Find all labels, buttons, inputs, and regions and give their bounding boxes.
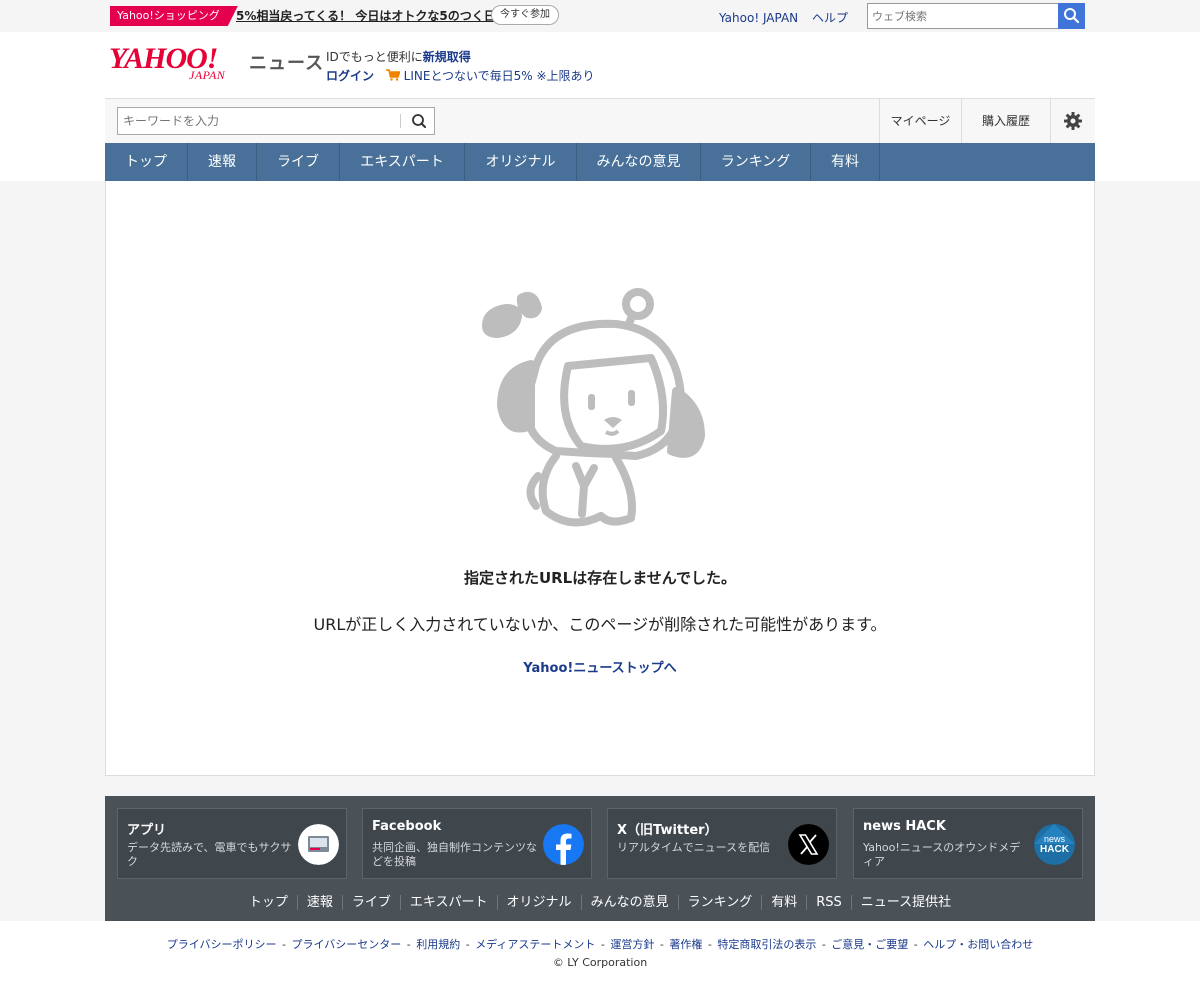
footer-card-newshack[interactable]: news HACK Yahoo!ニュースのオウンドメディア news HACK: [853, 808, 1083, 879]
card-title: X（旧Twitter）: [617, 823, 718, 838]
search-row: マイページ 購入履歴: [105, 98, 1095, 144]
footer-card-app[interactable]: アプリ データ先読みで、電車でもサクサク: [117, 808, 347, 879]
register-link[interactable]: 新規取得: [423, 50, 471, 64]
search-icon: [412, 114, 426, 128]
news-search-box: [117, 107, 435, 135]
id-promo: IDでもっと便利に新規取得: [326, 48, 471, 65]
gnav-live[interactable]: ライブ: [257, 143, 340, 181]
yahoo-japan-link[interactable]: Yahoo! JAPAN: [719, 11, 798, 25]
card-description: データ先読みで、電車でもサクサク: [127, 841, 292, 868]
logo-japan-text: JAPAN: [189, 68, 226, 82]
footer-nav-original[interactable]: オリジナル: [496, 895, 581, 910]
top-links: Yahoo! JAPAN ヘルプ: [719, 9, 858, 26]
id-promo-text: IDでもっと便利に: [326, 50, 423, 64]
privacy-center-link[interactable]: プライバシーセンター: [291, 938, 401, 951]
footer-nav-live[interactable]: ライブ: [341, 895, 400, 910]
card-title: news HACK: [863, 819, 946, 834]
join-now-button[interactable]: 今すぐ参加: [491, 5, 559, 25]
gnav-breaking[interactable]: 速報: [188, 143, 257, 181]
gnav-ranking[interactable]: ランキング: [701, 143, 811, 181]
search-icon: [1064, 8, 1080, 24]
footer-nav-breaking[interactable]: 速報: [296, 895, 342, 910]
facebook-icon: [543, 824, 584, 865]
top-bar: Yahoo!ショッピング 5%相当戻ってくる！ 今日はオトクな5のつく日 今すぐ…: [0, 0, 1200, 32]
footer-nav-rss[interactable]: RSS: [806, 895, 851, 910]
newshack-icon: news HACK: [1034, 824, 1075, 865]
keyword-search-button[interactable]: [405, 111, 433, 131]
card-title: アプリ: [127, 823, 167, 838]
header: YAHOO! JAPAN ニュース IDでもっと便利に新規取得 ログイン LIN…: [0, 32, 1200, 181]
x-icon: [788, 824, 829, 865]
policy-link[interactable]: 運営方針: [610, 938, 654, 951]
media-statement-link[interactable]: メディアステートメント: [475, 938, 595, 951]
gnav-top[interactable]: トップ: [105, 143, 188, 181]
web-search-button[interactable]: [1058, 3, 1085, 29]
search-divider: [400, 114, 401, 128]
news-top-link[interactable]: Yahoo!ニューストップへ: [106, 657, 1094, 676]
mascot-illustration: [482, 288, 705, 527]
gear-icon: [1064, 112, 1082, 130]
commerce-law-link[interactable]: 特定商取引法の表示: [717, 938, 816, 951]
mypage-link[interactable]: マイページ: [879, 99, 961, 144]
bottom-legal: プライバシーポリシー - プライバシーセンター - 利用規約 - メディアステー…: [0, 921, 1200, 1000]
help-link[interactable]: ヘルプ: [812, 11, 848, 25]
gnav-opinion[interactable]: みんなの意見: [577, 143, 701, 181]
footer-nav: トップ 速報 ライブ エキスパート オリジナル みんなの意見 ランキング 有料 RSS ニュース提…: [105, 891, 1095, 910]
footer-card-x[interactable]: X（旧Twitter） リアルタイムでニュースを配信: [607, 808, 837, 879]
card-description: Yahoo!ニュースのオウンドメディア: [863, 841, 1021, 868]
top-bar-inner: Yahoo!ショッピング 5%相当戻ってくる！ 今日はオトクな5のつく日 今すぐ…: [105, 0, 1095, 32]
card-description: 共同企画、独自制作コンテンツなどを投稿: [372, 841, 537, 868]
card-description: リアルタイムでニュースを配信: [617, 841, 771, 854]
login-link[interactable]: ログイン: [326, 69, 374, 83]
footer: アプリ データ先読みで、電車でもサクサク Facebook 共同企画、独自制作コ…: [105, 796, 1095, 921]
feedback-link[interactable]: ご意見・ご要望: [831, 938, 908, 951]
logo-news-text: ニュース: [249, 53, 325, 74]
newshack-icon-text-hack: HACK: [1040, 844, 1070, 855]
footer-nav-paid[interactable]: 有料: [761, 895, 807, 910]
web-search-input[interactable]: [868, 4, 1060, 28]
global-nav: トップ 速報 ライブ エキスパート オリジナル みんなの意見 ランキング 有料: [105, 143, 1095, 181]
line-promo-link[interactable]: LINEとつないで毎日5% ※上限あり: [404, 69, 595, 83]
gnav-original[interactable]: オリジナル: [465, 143, 577, 181]
shopping-promo-link[interactable]: 5%相当戻ってくる！ 今日はオトクな5のつく日: [236, 7, 496, 24]
help-contact-link[interactable]: ヘルプ・お問い合わせ: [923, 938, 1033, 951]
gnav-paid[interactable]: 有料: [811, 143, 880, 181]
purchase-history-link[interactable]: 購入履歴: [961, 99, 1050, 144]
app-icon: [298, 824, 339, 865]
shopping-badge[interactable]: Yahoo!ショッピング: [110, 6, 238, 26]
gnav-expert[interactable]: エキスパート: [340, 143, 465, 181]
copyright-link[interactable]: 著作権: [669, 938, 702, 951]
legal-links: プライバシーポリシー - プライバシーセンター - 利用規約 - メディアステー…: [166, 938, 1034, 951]
cart-icon: [385, 69, 401, 81]
footer-nav-ranking[interactable]: ランキング: [677, 895, 762, 910]
card-title: Facebook: [372, 819, 442, 834]
login-row: ログイン LINEとつないで毎日5% ※上限あり: [326, 67, 595, 84]
privacy-policy-link[interactable]: プライバシーポリシー: [167, 938, 277, 951]
footer-nav-providers[interactable]: ニュース提供社: [850, 895, 961, 910]
settings-button[interactable]: [1050, 99, 1095, 144]
footer-nav-expert[interactable]: エキスパート: [399, 895, 497, 910]
footer-nav-top[interactable]: トップ: [240, 895, 297, 910]
error-description: URLが正しく入力されていないか、このページが削除された可能性があります。: [313, 615, 887, 634]
error-title: 指定されたURLは存在しませんでした。: [463, 569, 737, 587]
keyword-search-input[interactable]: [118, 108, 398, 134]
copyright: © LY Corporation: [552, 956, 648, 969]
error-panel: 指定されたURLは存在しませんでした。 URLが正しく入力されていないか、このペ…: [105, 181, 1095, 776]
web-search-box: [867, 3, 1085, 29]
footer-card-facebook[interactable]: Facebook 共同企画、独自制作コンテンツなどを投稿: [362, 808, 592, 879]
newshack-icon-text-news: news: [1044, 834, 1066, 844]
terms-link[interactable]: 利用規約: [416, 938, 460, 951]
footer-nav-opinion[interactable]: みんなの意見: [580, 895, 678, 910]
